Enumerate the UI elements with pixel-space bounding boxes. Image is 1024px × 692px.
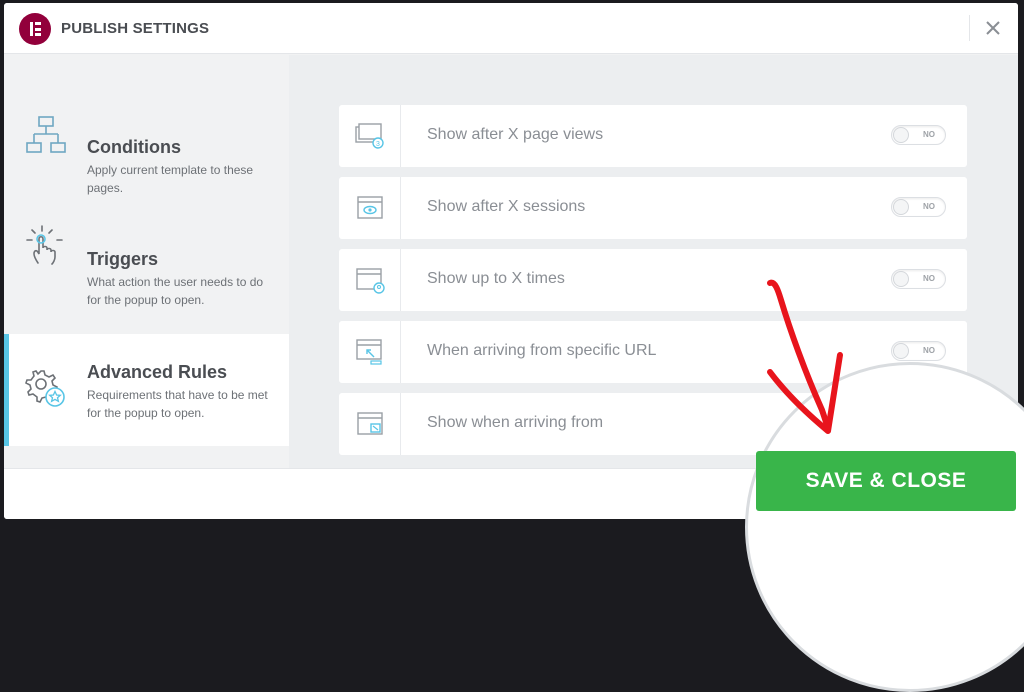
save-close-button[interactable]: SAVE & CLOSE: [756, 451, 1016, 511]
pointer-click-icon: [26, 225, 63, 265]
rule-toggle[interactable]: NO: [891, 269, 946, 289]
rule-page-views: 3 Show after X page views NO: [339, 105, 967, 167]
sessions-icon: [356, 196, 383, 219]
modal-header: PUBLISH SETTINGS: [4, 3, 1018, 54]
close-icon: [986, 21, 1000, 35]
rule-label: Show after X sessions: [427, 198, 586, 215]
sidebar-item-description: Apply current template to these pages.: [87, 163, 254, 195]
rule-label: Show when arriving from: [427, 414, 604, 431]
svg-text:3: 3: [376, 141, 380, 148]
rule-toggle[interactable]: NO: [891, 197, 946, 217]
rule-times: Show up to X times NO: [339, 249, 967, 311]
arriving-from-icon: [356, 412, 383, 435]
sidebar-item-description: What action the user needs to do for the…: [87, 275, 264, 307]
page-views-icon: 3: [354, 123, 384, 149]
sidebar-item-conditions[interactable]: Conditions Apply current template to the…: [4, 85, 289, 197]
settings-sidebar: Conditions Apply current template to the…: [4, 55, 289, 468]
modal-title: PUBLISH SETTINGS: [61, 20, 210, 37]
sidebar-item-title: Conditions: [87, 137, 181, 157]
header-divider: [969, 15, 970, 41]
gears-icon: [25, 370, 65, 407]
rule-label: When arriving from specific URL: [427, 342, 657, 359]
sitemap-icon: [26, 116, 66, 153]
rule-toggle[interactable]: NO: [891, 125, 946, 145]
sidebar-item-title: Advanced Rules: [87, 362, 228, 382]
rule-toggle[interactable]: NO: [891, 341, 946, 361]
times-icon: [355, 268, 385, 294]
close-button[interactable]: [982, 17, 1004, 39]
sidebar-item-description: Requirements that have to be met for the…: [87, 388, 268, 420]
elementor-logo-icon: [19, 13, 51, 45]
sidebar-item-advanced-rules[interactable]: Advanced Rules Requirements that have to…: [4, 334, 289, 446]
sidebar-item-title: Triggers: [87, 249, 159, 269]
sidebar-item-triggers[interactable]: Triggers What action the user needs to d…: [4, 197, 289, 309]
rule-label: Show after X page views: [427, 126, 604, 143]
screen: PUBLISH SETTINGS Conditions Apply curren…: [0, 0, 1024, 692]
rule-label: Show up to X times: [427, 270, 565, 287]
rule-sessions: Show after X sessions NO: [339, 177, 967, 239]
url-icon: [355, 339, 382, 365]
